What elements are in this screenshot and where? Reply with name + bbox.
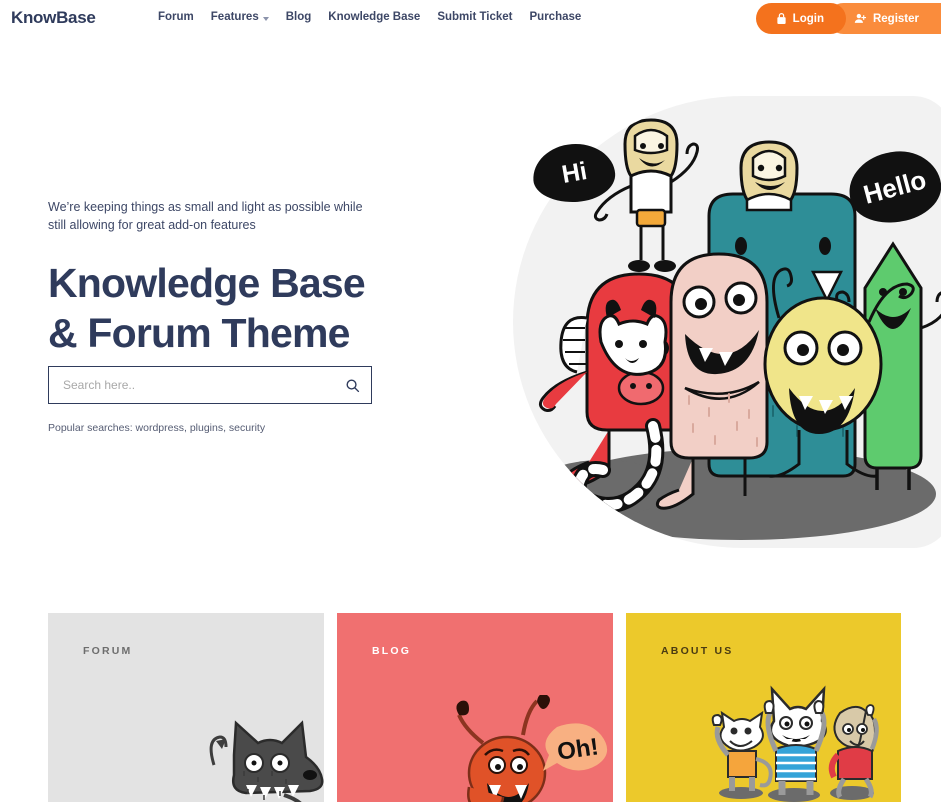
nav-label: Forum xyxy=(158,11,194,23)
lock-icon xyxy=(776,12,787,25)
nav-label: Submit Ticket xyxy=(437,11,513,23)
main-navigation: Forum Features Blog Knowledge Base Submi… xyxy=(158,11,581,23)
nav-label: Features xyxy=(210,11,259,23)
search-input[interactable] xyxy=(49,378,333,392)
card-forum[interactable]: FORUM xyxy=(48,613,324,802)
blog-card-bubble-text: Oh! xyxy=(556,733,601,765)
nav-label: Purchase xyxy=(529,11,582,23)
hero-subtitle: We’re keeping things as small and light … xyxy=(48,200,363,232)
login-label: Login xyxy=(792,12,824,25)
card-about-us-label: ABOUT US xyxy=(661,645,734,657)
site-logo[interactable]: KnowBase xyxy=(11,8,96,28)
speech-bubble-hello-text: Hello xyxy=(860,163,930,210)
category-cards: FORUM BLOG Oh! ABOUT US xyxy=(48,613,941,802)
card-forum-label: FORUM xyxy=(83,645,133,657)
nav-item-purchase[interactable]: Purchase xyxy=(530,11,582,23)
orange-monster-oh-illustration: Oh! xyxy=(445,693,613,802)
page-title: Knowledge Base & Forum Theme xyxy=(48,258,448,358)
card-blog-label: BLOG xyxy=(372,645,412,657)
card-about-us[interactable]: ABOUT US xyxy=(626,613,901,802)
nav-label: Knowledge Base xyxy=(328,11,421,23)
nav-item-features[interactable]: Features xyxy=(211,11,269,23)
login-button[interactable]: Login xyxy=(755,3,846,34)
dark-wolf-monster-illustration xyxy=(188,705,324,802)
popular-searches: Popular searches: wordpress, plugins, se… xyxy=(48,422,266,434)
nav-item-forum[interactable]: Forum xyxy=(158,11,194,23)
hero-section: Hi Hello We’re keeping things as small a… xyxy=(0,38,941,598)
search-box[interactable] xyxy=(48,366,372,404)
speech-bubble-hi-text: Hi xyxy=(559,156,589,189)
hero-title-line-1: Knowledge Base xyxy=(48,260,366,306)
register-label: Register xyxy=(872,12,919,25)
site-header: KnowBase Forum Features Blog Knowledge B… xyxy=(0,0,941,38)
chevron-down-icon xyxy=(262,16,269,21)
three-characters-illustration xyxy=(696,671,896,802)
hero-title-line-2: & Forum Theme xyxy=(48,310,350,356)
nav-item-knowledge-base[interactable]: Knowledge Base xyxy=(328,11,420,23)
search-icon xyxy=(345,378,360,393)
hero-text-block: We’re keeping things as small and light … xyxy=(48,198,448,358)
auth-buttons: Register Login xyxy=(755,3,941,34)
card-blog[interactable]: BLOG Oh! xyxy=(337,613,613,802)
nav-item-submit-ticket[interactable]: Submit Ticket xyxy=(437,11,512,23)
nav-item-blog[interactable]: Blog xyxy=(286,11,312,23)
search-button[interactable] xyxy=(333,367,371,403)
user-plus-icon xyxy=(854,12,867,25)
nav-label: Blog xyxy=(285,11,312,23)
